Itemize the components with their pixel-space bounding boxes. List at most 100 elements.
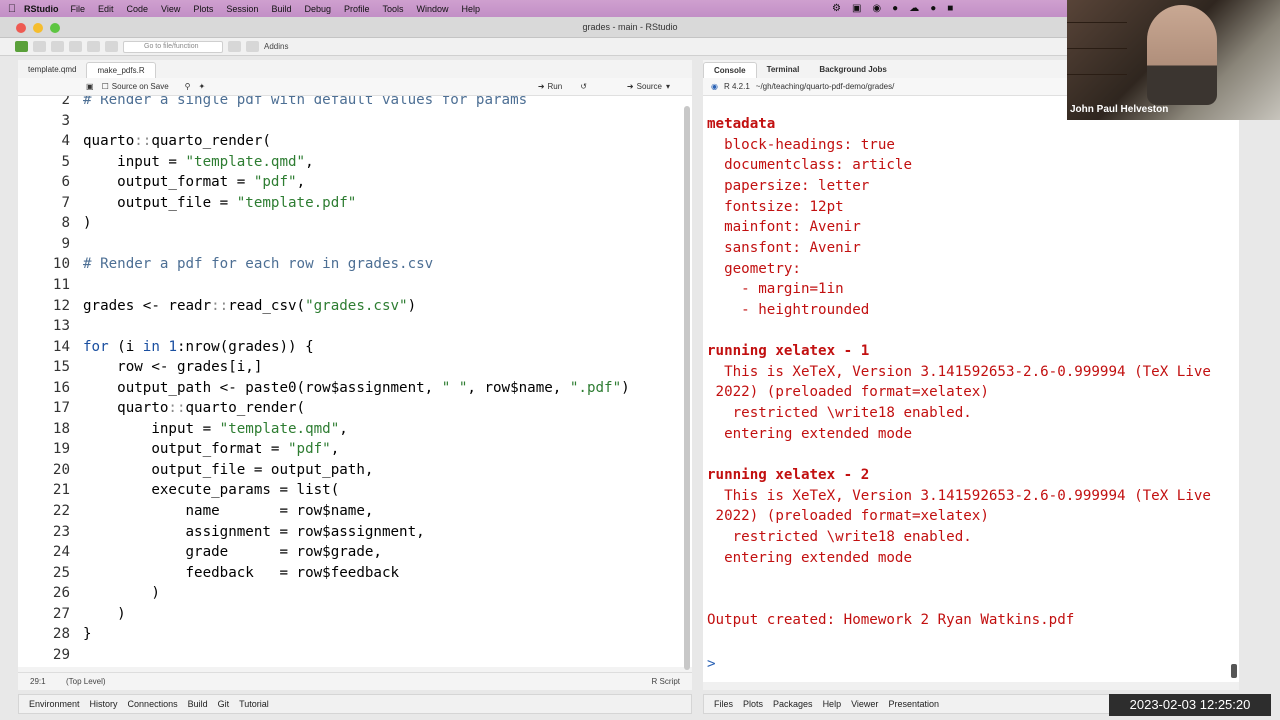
file-type-indicator[interactable]: R Script: [652, 677, 680, 686]
open-file-icon[interactable]: [51, 41, 64, 52]
console-line: 2022) (preloaded format=xelatex): [707, 384, 989, 401]
grid-layout-icon[interactable]: [246, 41, 259, 52]
editor-pane: template.qmd make_pdfs.R ▣ ☐ Source on S…: [18, 60, 692, 690]
tab-environment[interactable]: Environment: [29, 699, 80, 709]
git-icon[interactable]: [228, 41, 241, 52]
tab-terminal[interactable]: Terminal: [757, 62, 810, 78]
search-icon[interactable]: ⚲: [185, 82, 191, 91]
menu-session[interactable]: Session: [226, 4, 258, 14]
editor-toolbar: ▣ ☐ Source on Save ⚲ ✦ ➜ Run ↺ ➜ Source …: [18, 78, 692, 96]
console-line: geometry:: [707, 260, 801, 277]
line-number: 16: [52, 379, 70, 396]
source-on-save-checkbox[interactable]: ☐: [102, 82, 109, 91]
console-prompt[interactable]: >: [707, 656, 716, 672]
scope-indicator[interactable]: (Top Level): [66, 677, 106, 686]
tab-background-jobs[interactable]: Background Jobs: [809, 62, 897, 78]
tab-console[interactable]: Console: [703, 62, 757, 78]
line-number: 20: [52, 461, 70, 478]
code-text: grades <- readr::read_csv("grades.csv"): [83, 297, 417, 314]
apple-icon[interactable]: : [0, 3, 24, 15]
console-line: This is XeTeX, Version 3.141592653-2.6-0…: [707, 363, 1211, 380]
tab-packages[interactable]: Packages: [773, 699, 813, 709]
new-project-icon[interactable]: [33, 41, 46, 52]
tab-template-qmd[interactable]: template.qmd: [18, 62, 86, 78]
save-icon[interactable]: [69, 41, 82, 52]
console-output[interactable]: metadata block-headings: true documentcl…: [703, 96, 1239, 690]
tray-icon[interactable]: ☁: [909, 3, 919, 14]
console-line: Output created: Homework 2 Ryan Watkins.…: [707, 611, 1075, 628]
code-text: row <- grades[i,]: [83, 359, 263, 376]
code-text: assignment = row$assignment,: [83, 523, 425, 540]
menu-view[interactable]: View: [161, 4, 180, 14]
line-number: 25: [52, 564, 70, 581]
presenter-name: John Paul Helveston: [1070, 104, 1169, 115]
menu-window[interactable]: Window: [417, 4, 449, 14]
menu-file[interactable]: File: [71, 4, 86, 14]
source-on-save-label: Source on Save: [111, 82, 169, 91]
app-menu[interactable]: RStudio: [24, 4, 59, 14]
chevron-down-icon[interactable]: ▾: [666, 82, 670, 91]
code-text: output_file = "template.pdf": [83, 194, 357, 211]
console-path[interactable]: ~/gh/teaching/quarto-pdf-demo/grades/: [756, 82, 895, 91]
tab-make-pdfs[interactable]: make_pdfs.R: [86, 62, 156, 78]
menu-edit[interactable]: Edit: [98, 4, 114, 14]
menu-help[interactable]: Help: [462, 4, 481, 14]
line-number: 12: [52, 297, 70, 314]
source-button[interactable]: Source: [637, 82, 662, 91]
line-number: 9: [61, 235, 70, 252]
source-arrow-icon[interactable]: ➜: [627, 82, 634, 91]
menu-plots[interactable]: Plots: [193, 4, 213, 14]
code-text: output_path <- paste0(row$assignment, " …: [83, 379, 630, 396]
menu-debug[interactable]: Debug: [304, 4, 331, 14]
line-number: 14: [52, 338, 70, 355]
tab-plots[interactable]: Plots: [743, 699, 763, 709]
tray-icon[interactable]: ●: [892, 3, 898, 14]
console-line: entering extended mode: [707, 549, 912, 566]
line-number: 29: [52, 646, 70, 663]
console-line: restricted \write18 enabled.: [707, 405, 972, 422]
editor-scrollbar[interactable]: [684, 106, 690, 670]
tray-icon[interactable]: ▣: [852, 3, 861, 14]
line-number: 27: [52, 605, 70, 622]
tray-icon[interactable]: ◉: [872, 3, 881, 14]
go-to-file-input[interactable]: Go to file/function: [123, 40, 223, 53]
addins-menu[interactable]: Addins: [264, 42, 288, 51]
tab-git[interactable]: Git: [218, 699, 230, 709]
console-scrollbar[interactable]: [1231, 664, 1237, 678]
tab-tutorial[interactable]: Tutorial: [239, 699, 269, 709]
save-all-icon[interactable]: [87, 41, 100, 52]
print-icon[interactable]: [105, 41, 118, 52]
rerun-icon[interactable]: ↺: [580, 82, 587, 91]
menu-code[interactable]: Code: [127, 4, 149, 14]
menu-profile[interactable]: Profile: [344, 4, 370, 14]
tab-connections[interactable]: Connections: [128, 699, 178, 709]
new-file-icon[interactable]: [15, 41, 28, 52]
line-number: 18: [52, 420, 70, 437]
line-number: 2: [61, 96, 70, 108]
console-line: restricted \write18 enabled.: [707, 529, 972, 545]
line-number: 23: [52, 523, 70, 540]
tab-build[interactable]: Build: [188, 699, 208, 709]
wand-icon[interactable]: ✦: [199, 82, 206, 91]
line-number: 11: [52, 276, 70, 293]
tray-icon[interactable]: ■: [947, 3, 953, 14]
tray-icon[interactable]: ⚙: [832, 3, 841, 14]
line-number: 13: [52, 318, 70, 335]
line-number: 17: [52, 400, 70, 417]
tray-icon[interactable]: ●: [930, 3, 936, 14]
tab-presentation[interactable]: Presentation: [888, 699, 939, 709]
tab-history[interactable]: History: [90, 699, 118, 709]
code-editor[interactable]: 2 # Render a single pdf with default valu…: [18, 96, 692, 667]
line-number: 7: [61, 194, 70, 211]
tab-files[interactable]: Files: [714, 699, 733, 709]
tab-help[interactable]: Help: [823, 699, 842, 709]
code-text: quarto::quarto_render(: [83, 400, 306, 417]
menu-tools[interactable]: Tools: [383, 4, 404, 14]
line-number: 28: [52, 626, 70, 643]
webcam-overlay: John Paul Helveston: [1067, 0, 1280, 120]
menu-build[interactable]: Build: [271, 4, 291, 14]
tab-viewer[interactable]: Viewer: [851, 699, 878, 709]
run-arrow-icon[interactable]: ➜: [538, 82, 545, 91]
run-button[interactable]: Run: [548, 82, 563, 91]
save-icon[interactable]: ▣: [86, 82, 94, 91]
